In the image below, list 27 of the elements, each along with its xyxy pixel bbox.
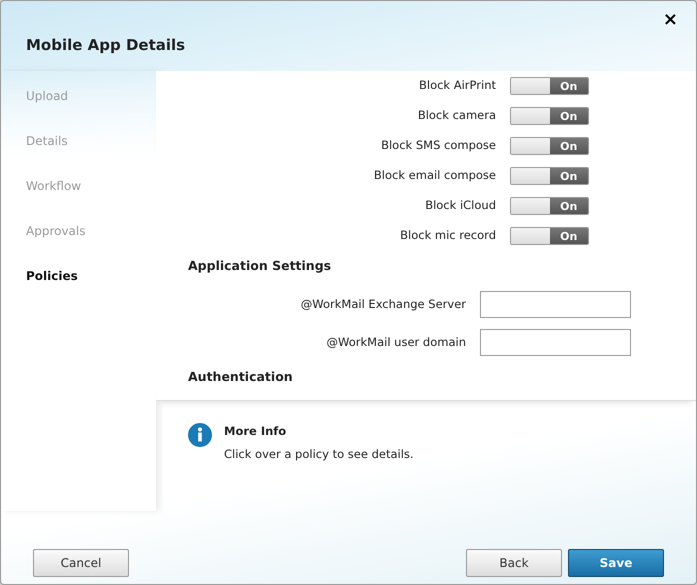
info-text: Click over a policy to see details. xyxy=(224,446,414,464)
section-heading: Application Settings xyxy=(188,257,332,275)
toggle-label: Block SMS compose xyxy=(380,137,497,154)
section-heading: Authentication xyxy=(188,368,294,386)
toggle-label: Block iCloud xyxy=(424,197,497,214)
toggle-switch[interactable]: On xyxy=(510,137,589,155)
toggle-label: Block AirPrint xyxy=(418,77,497,94)
toggle-label: Block email compose xyxy=(372,167,497,184)
info-icon xyxy=(188,423,212,447)
toggle-switch[interactable]: On xyxy=(510,227,589,245)
dialog-title: Mobile App Details xyxy=(26,36,186,56)
sidebar-step[interactable]: Policies xyxy=(1,261,78,291)
toggle-switch[interactable]: On xyxy=(510,107,589,125)
field-label: @WorkMail Exchange Server xyxy=(300,296,467,314)
text-field[interactable] xyxy=(480,329,631,356)
toggle-switch[interactable]: On xyxy=(510,197,589,215)
toggle-label: Block camera xyxy=(416,107,497,124)
action-button[interactable]: Back xyxy=(466,549,562,577)
action-button[interactable]: Cancel xyxy=(33,549,129,577)
info-title: More Info xyxy=(224,423,288,440)
toggle-label: Block mic record xyxy=(399,227,497,244)
text-field[interactable] xyxy=(480,291,631,318)
save-button[interactable]: Save xyxy=(568,549,664,577)
toggle-switch[interactable]: On xyxy=(510,167,589,185)
field-label: @WorkMail user domain xyxy=(326,334,467,352)
close-button[interactable]: × xyxy=(660,11,680,29)
toggle-switch[interactable]: On xyxy=(510,77,589,95)
